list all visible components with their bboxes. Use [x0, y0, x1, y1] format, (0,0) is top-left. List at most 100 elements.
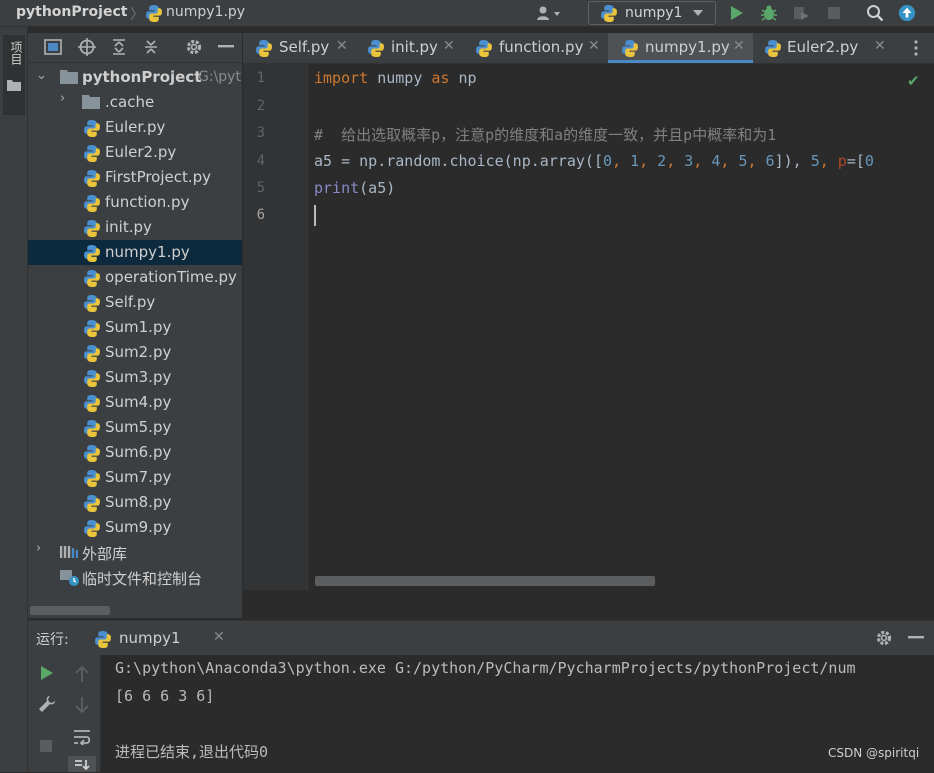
expand-all-icon[interactable] [111, 38, 127, 56]
project-horizontal-scrollbar[interactable] [30, 606, 110, 615]
locate-icon[interactable] [78, 38, 96, 56]
tree-file[interactable]: numpy1.py [28, 240, 242, 265]
tree-file-label: numpy1.py [105, 243, 190, 261]
run-with-coverage-icon[interactable] [792, 4, 810, 22]
python-file-icon [84, 520, 100, 537]
tree-file[interactable]: Sum8.py [28, 490, 242, 515]
library-icon [60, 546, 78, 558]
scroll-to-end-button[interactable] [68, 756, 96, 772]
tree-file[interactable]: init.py [28, 215, 242, 240]
tree-file-label: init.py [105, 218, 152, 236]
line-number: 1 [256, 70, 265, 86]
minimize-icon[interactable] [218, 45, 234, 48]
code-text: ]), [774, 152, 811, 170]
arrow-up-icon[interactable] [74, 665, 90, 683]
breadcrumb-file[interactable]: numpy1.py [166, 4, 245, 20]
run-tab-numpy1[interactable]: numpy1 ✕ [88, 625, 238, 653]
python-file-icon [84, 145, 100, 162]
chevron-right-icon[interactable]: › [36, 541, 41, 556]
search-icon[interactable] [866, 4, 884, 22]
tree-external-libraries[interactable]: › 外部库 [28, 540, 242, 565]
python-file-icon [84, 495, 100, 512]
inspection-ok-icon[interactable]: ✔ [907, 72, 920, 90]
tree-file[interactable]: Sum3.py [28, 365, 242, 390]
line-number: 4 [256, 153, 265, 169]
console-line: [6 6 6 3 6] [115, 687, 215, 705]
tab-function-py[interactable]: function.py ✕ [463, 33, 607, 63]
chevron-down-icon[interactable]: ⌄ [36, 68, 47, 83]
number: 5 [810, 152, 820, 170]
line-number: 2 [256, 98, 265, 114]
editor-horizontal-scrollbar[interactable] [315, 576, 655, 586]
run-icon[interactable] [728, 4, 746, 22]
close-icon[interactable]: ✕ [213, 629, 225, 645]
line-number: 5 [256, 180, 265, 196]
run-config-label: numpy1 [625, 5, 683, 21]
tree-file[interactable]: Sum1.py [28, 315, 242, 340]
tree-file[interactable]: Euler.py [28, 115, 242, 140]
keyword: import [314, 69, 369, 87]
close-icon[interactable]: ✕ [443, 38, 455, 54]
code-line-1: import numpy as np [314, 69, 477, 87]
collapse-all-icon[interactable] [143, 38, 159, 56]
close-icon[interactable]: ✕ [874, 38, 886, 54]
user-icon[interactable] [534, 4, 564, 22]
tree-file[interactable]: Sum9.py [28, 515, 242, 540]
close-icon[interactable]: ✕ [733, 38, 745, 54]
tree-file[interactable]: Sum2.py [28, 340, 242, 365]
minimize-icon[interactable] [908, 636, 924, 639]
gear-icon[interactable] [875, 629, 893, 647]
tab-init-py[interactable]: init.py ✕ [354, 33, 462, 63]
tab-numpy1-py[interactable]: numpy1.py ✕ [608, 33, 753, 63]
python-file-icon [368, 40, 384, 57]
comma: , [639, 152, 658, 170]
chevron-right-icon[interactable]: › [60, 91, 65, 106]
tree-scratches[interactable]: 临时文件和控制台 [28, 565, 242, 590]
tree-file[interactable]: Sum6.py [28, 440, 242, 465]
tree-file-label: Sum5.py [105, 418, 172, 436]
wrench-icon[interactable] [38, 695, 56, 713]
tree-file-label: Euler.py [105, 118, 166, 136]
tree-file-label: Sum7.py [105, 468, 172, 486]
tree-root-path: G:\pyt [198, 69, 241, 85]
gear-icon[interactable] [185, 38, 203, 56]
code-editor[interactable]: import numpy as np # 给出选取概率p，注意p的维度和a的维度… [308, 64, 934, 590]
tree-root[interactable]: ⌄ pythonProject G:\pyt [28, 65, 242, 90]
breadcrumb-project[interactable]: pythonProject [16, 4, 127, 20]
tree-external-libraries-label: 外部库 [82, 545, 128, 563]
tree-file[interactable]: function.py [28, 190, 242, 215]
tab-self-py[interactable]: Self.py ✕ [243, 33, 353, 63]
more-tabs-icon[interactable] [914, 40, 918, 56]
close-icon[interactable]: ✕ [336, 38, 348, 54]
run-config-selector[interactable]: numpy1 [588, 1, 716, 25]
run-panel-header: 运行: numpy1 ✕ [28, 620, 934, 655]
tree-root-name: pythonProject [82, 68, 202, 86]
tree-file[interactable]: operationTime.py [28, 265, 242, 290]
python-file-icon [476, 40, 492, 57]
update-icon[interactable] [898, 4, 916, 22]
tree-file[interactable]: Sum5.py [28, 415, 242, 440]
debug-icon[interactable] [760, 4, 778, 22]
arrow-down-icon[interactable] [74, 696, 90, 714]
stop-icon[interactable] [39, 739, 53, 753]
tree-file[interactable]: Euler2.py [28, 140, 242, 165]
tree-file-label: Sum4.py [105, 393, 172, 411]
tree-file[interactable]: FirstProject.py [28, 165, 242, 190]
python-file-icon [765, 40, 781, 57]
soft-wrap-icon[interactable] [73, 729, 91, 745]
tree-folder-cache[interactable]: › .cache [28, 90, 242, 115]
tab-label: Euler2.py [787, 38, 859, 56]
tree-file[interactable]: Self.py [28, 290, 242, 315]
project-view-icon[interactable] [44, 39, 62, 55]
stop-icon[interactable] [825, 4, 843, 22]
rerun-icon[interactable] [40, 665, 54, 681]
close-icon[interactable]: ✕ [588, 38, 600, 54]
run-toolbar-primary [28, 655, 65, 772]
tree-file[interactable]: Sum4.py [28, 390, 242, 415]
run-console[interactable]: G:\python\Anaconda3\python.exe G:/python… [101, 655, 934, 772]
tab-euler2-py[interactable]: Euler2.py ✕ [754, 33, 886, 63]
console-line: 进程已结束,退出代码0 [115, 743, 269, 761]
tool-tab-project[interactable]: 项目 [3, 35, 25, 115]
tree-file-label: Sum6.py [105, 443, 172, 461]
tree-file[interactable]: Sum7.py [28, 465, 242, 490]
